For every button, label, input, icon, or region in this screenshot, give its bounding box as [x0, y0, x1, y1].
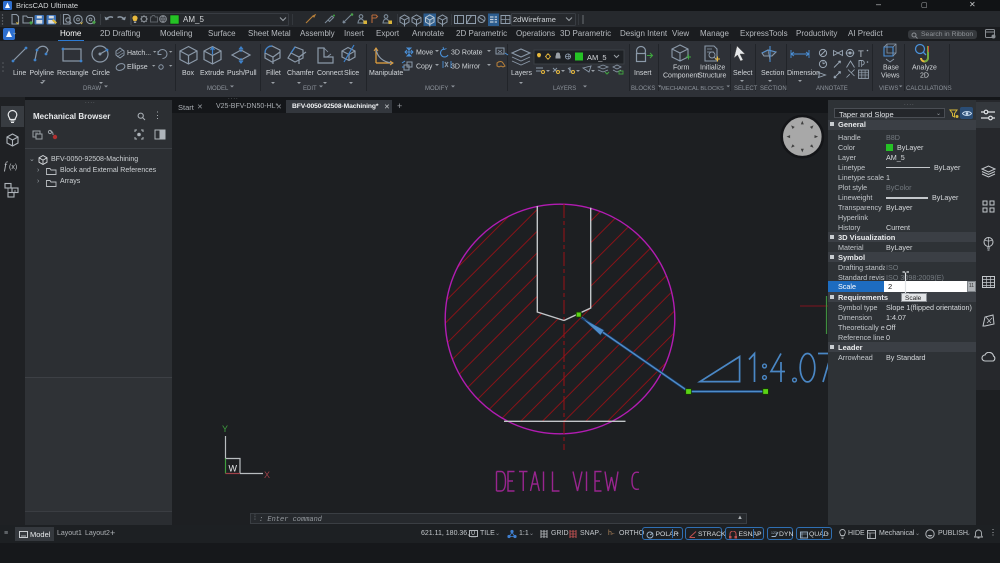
svg-text:Component: Component: [663, 73, 699, 80]
svg-text:MODIFY: MODIFY: [425, 86, 448, 92]
svg-text:DRAW: DRAW: [83, 86, 101, 92]
svg-text:VIEWS: VIEWS: [879, 86, 898, 92]
svg-text:Manipulate: Manipulate: [369, 70, 403, 77]
svg-text:123: 123: [771, 531, 777, 535]
svg-text:Section: Section: [761, 70, 784, 77]
svg-text:AM_5: AM_5: [183, 15, 204, 24]
svg-text:Structure: Structure: [698, 73, 727, 80]
svg-text:Select: Select: [733, 70, 753, 77]
svg-text:Copy: Copy: [416, 64, 433, 71]
svg-text:Dimension: Dimension: [787, 70, 820, 77]
svg-text:3D Rotate: 3D Rotate: [451, 50, 483, 57]
svg-text:MODEL: MODEL: [207, 86, 229, 92]
svg-text:Views: Views: [881, 73, 900, 80]
svg-text:2D: 2D: [920, 73, 929, 80]
svg-text:Chamfer: Chamfer: [287, 70, 315, 77]
svg-text:Y: Y: [222, 424, 228, 434]
svg-text:Slice: Slice: [344, 70, 359, 77]
svg-text:ANNOTATE: ANNOTATE: [816, 86, 848, 92]
svg-text:Extrude: Extrude: [200, 70, 224, 77]
svg-text:BLOCKS: BLOCKS: [631, 86, 655, 92]
svg-text:Layers: Layers: [511, 70, 533, 77]
svg-text:Polyline: Polyline: [30, 70, 55, 77]
svg-text:AM_5: AM_5: [587, 53, 607, 62]
svg-text:(x): (x): [9, 164, 17, 171]
svg-text:Rectangle: Rectangle: [57, 70, 89, 77]
svg-text:Initialize: Initialize: [700, 65, 725, 72]
svg-text:Form: Form: [673, 65, 690, 72]
svg-text:Base: Base: [883, 65, 899, 72]
svg-text:SELECT: SELECT: [734, 86, 758, 92]
svg-text:Box: Box: [182, 70, 195, 77]
svg-text:MECHANICAL BLOCKS: MECHANICAL BLOCKS: [661, 86, 724, 92]
svg-text:LAYERS: LAYERS: [553, 86, 576, 92]
svg-text:Move: Move: [416, 50, 433, 57]
svg-text:W: W: [229, 464, 238, 474]
svg-text:Connect: Connect: [317, 70, 343, 77]
svg-text:T: T: [858, 49, 864, 60]
svg-text:2dWireframe: 2dWireframe: [513, 15, 556, 24]
svg-text:Insert: Insert: [634, 70, 652, 77]
svg-text:Hatch...: Hatch...: [127, 50, 151, 57]
svg-text:CALCULATIONS: CALCULATIONS: [906, 86, 952, 92]
svg-text:Line: Line: [13, 70, 26, 77]
svg-text:Ellipse: Ellipse: [127, 64, 148, 71]
svg-text:f: f: [4, 161, 8, 172]
svg-text:3D Mirror: 3D Mirror: [451, 64, 481, 71]
svg-text:Push/Pull: Push/Pull: [227, 70, 257, 77]
svg-text:EDIT: EDIT: [303, 86, 317, 92]
svg-text:SECTION: SECTION: [760, 86, 787, 92]
svg-text:X: X: [264, 470, 270, 480]
svg-text:Analyze: Analyze: [912, 65, 937, 72]
svg-text:Circle: Circle: [92, 70, 110, 77]
svg-text:Fillet: Fillet: [266, 70, 281, 77]
